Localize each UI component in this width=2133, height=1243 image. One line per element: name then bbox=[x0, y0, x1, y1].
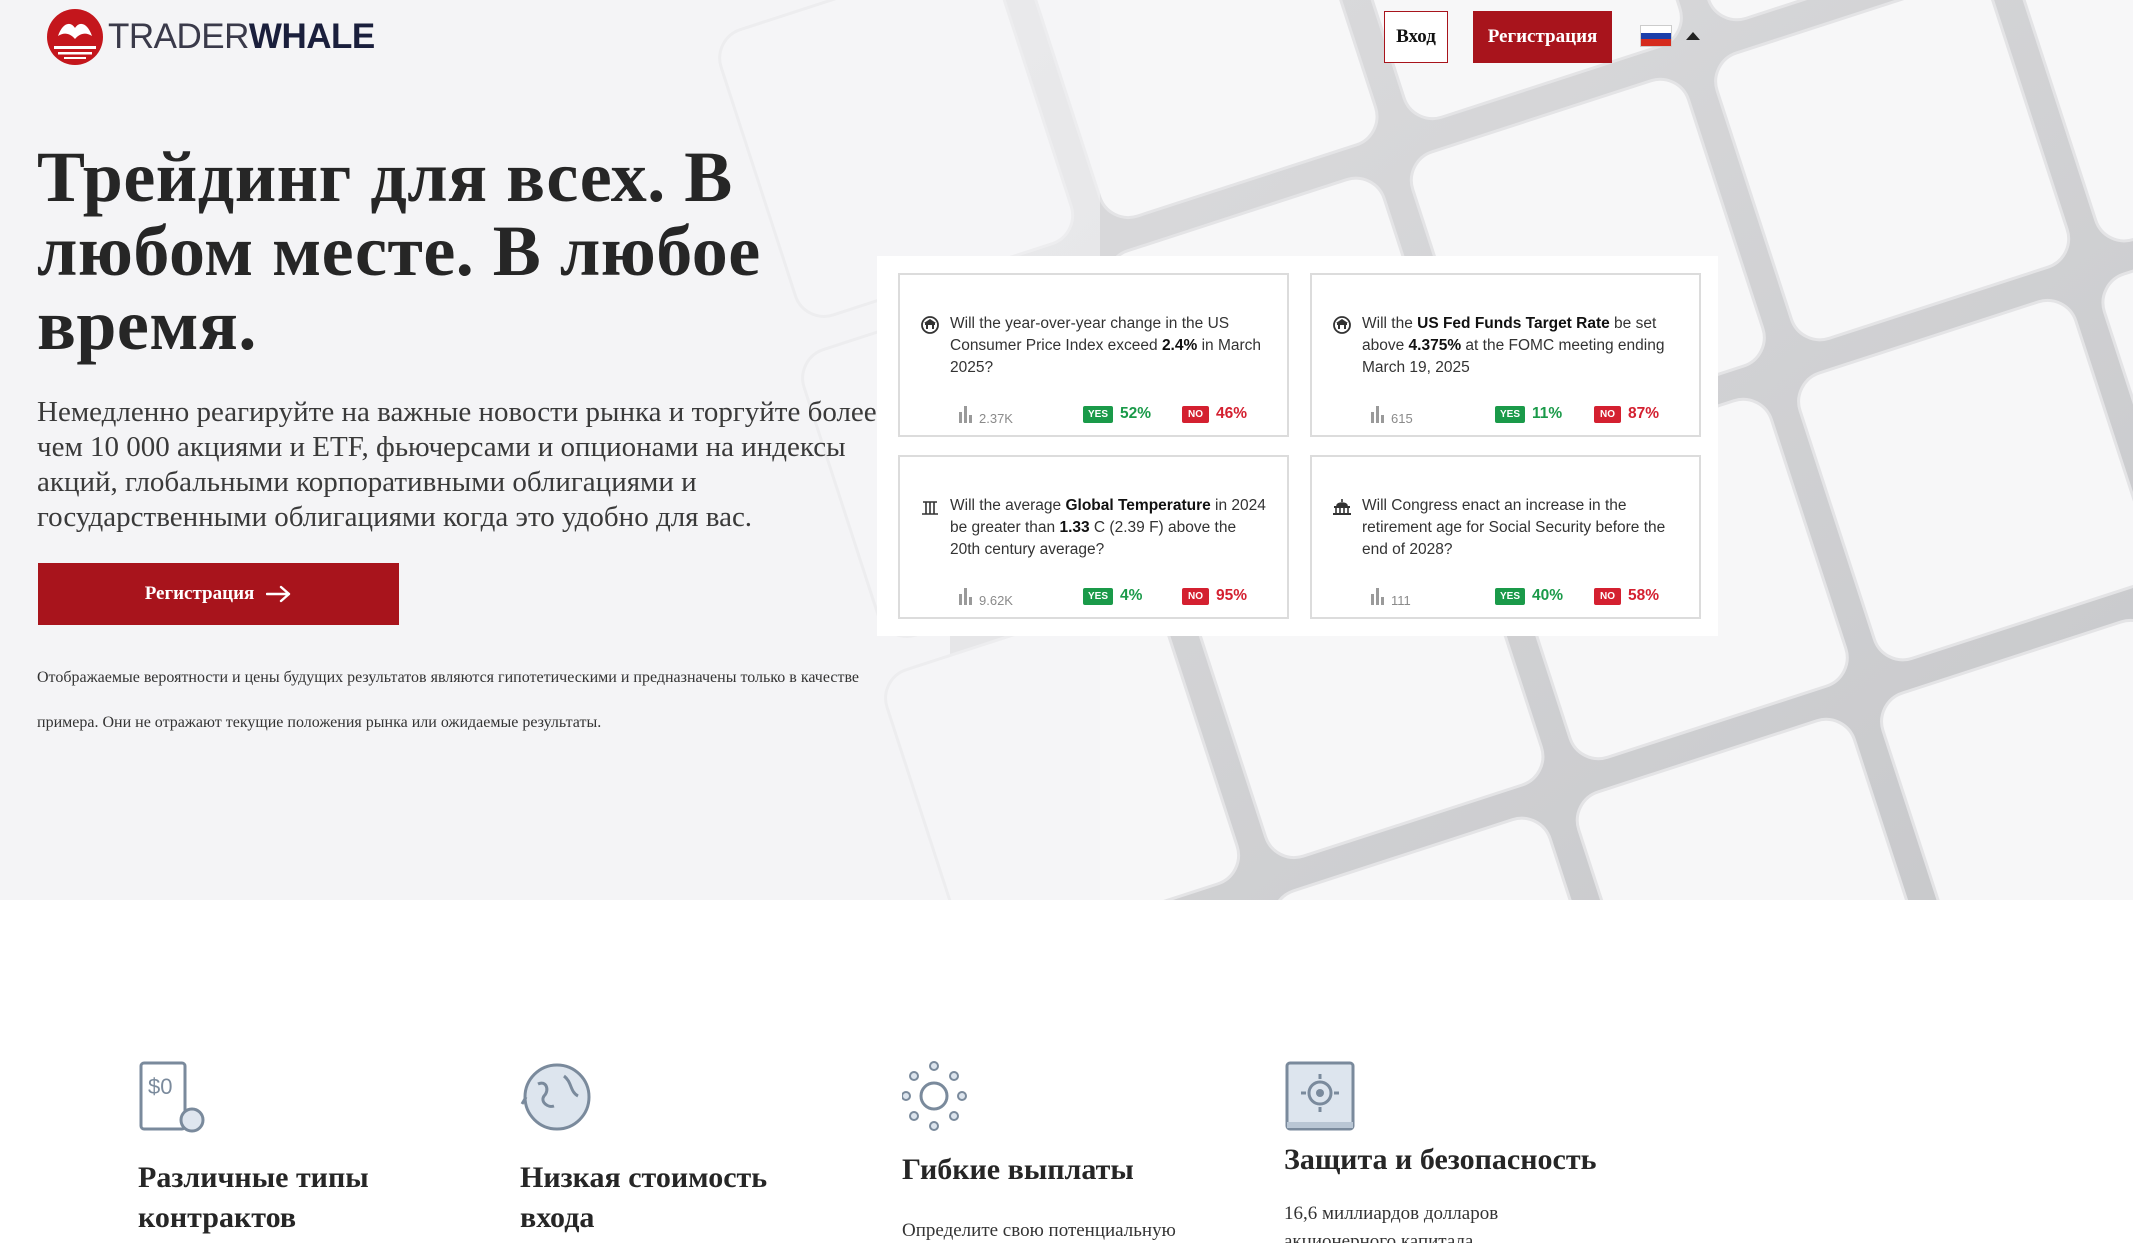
hero-register-button[interactable]: Регистрация bbox=[38, 563, 399, 625]
globe-icon bbox=[520, 1063, 591, 1131]
svg-text:$0: $0 bbox=[148, 1074, 172, 1099]
thermometer-icon bbox=[920, 497, 940, 517]
market-card[interactable]: Will the year-over-year change in the US… bbox=[898, 273, 1289, 437]
feature-description: 16,6 миллиардов долларов акционерного ка… bbox=[1284, 1203, 1499, 1243]
flag-ru-icon bbox=[1640, 25, 1672, 47]
no-probability: 95% bbox=[1216, 587, 1248, 604]
logo-text: TRADERWHALE bbox=[108, 17, 375, 56]
register-button[interactable]: Регистрация bbox=[1473, 11, 1612, 63]
no-probability: 46% bbox=[1216, 405, 1248, 422]
bank-icon bbox=[920, 315, 940, 335]
feature-description: Определите свою потенциальную bbox=[902, 1220, 1176, 1241]
market-volume: 615 bbox=[1370, 405, 1413, 426]
feature-title: Защита и безопасность bbox=[1284, 1143, 1597, 1176]
hero-disclaimer: Отображаемые вероятности и цены будущих … bbox=[37, 669, 860, 731]
no-button[interactable]: NO 87% bbox=[1594, 405, 1659, 423]
market-card[interactable]: Will the average Global Temperature in 2… bbox=[898, 455, 1289, 619]
hero-subtitle: Немедленно реагируйте на важные новости … bbox=[37, 396, 877, 533]
hero-section: TRADERWHALE Вход Регистрация Трейдинг дл… bbox=[0, 0, 2133, 900]
no-badge: NO bbox=[1594, 587, 1621, 605]
feature-title: Гибкие выплаты bbox=[902, 1153, 1134, 1186]
volume-value: 111 bbox=[1391, 593, 1411, 608]
bank-icon bbox=[1332, 315, 1352, 335]
prediction-markets-panel: Will the year-over-year change in the US… bbox=[877, 256, 1718, 636]
yes-button[interactable]: YES 52% bbox=[1083, 405, 1151, 423]
bar-chart-icon bbox=[1370, 587, 1386, 608]
market-question: Will the year-over-year change in the US… bbox=[950, 315, 1262, 376]
market-volume: 2.37K bbox=[958, 405, 1013, 426]
network-hub-icon bbox=[902, 1061, 967, 1131]
site-header: TRADERWHALE Вход Регистрация bbox=[0, 0, 2133, 80]
market-card[interactable]: Will Congress enact an increase in the r… bbox=[1310, 455, 1701, 619]
market-question: Will the average Global Temperature in 2… bbox=[950, 497, 1266, 558]
hero-title: Трейдинг для всех. В любом месте. В любо… bbox=[37, 137, 761, 365]
yes-button[interactable]: YES 40% bbox=[1495, 587, 1563, 605]
yes-button[interactable]: YES 11% bbox=[1495, 405, 1562, 423]
language-selector[interactable] bbox=[1640, 25, 1700, 47]
login-button[interactable]: Вход bbox=[1384, 11, 1448, 63]
market-volume: 111 bbox=[1370, 587, 1411, 608]
market-question: Will the US Fed Funds Target Rate be set… bbox=[1362, 315, 1665, 376]
yes-badge: YES bbox=[1083, 405, 1114, 423]
volume-value: 2.37K bbox=[979, 411, 1013, 426]
features-section: $0 Различные типы контрактов Низкая стои… bbox=[0, 900, 2133, 1243]
whale-logo-icon bbox=[47, 9, 103, 65]
no-badge: NO bbox=[1182, 587, 1209, 605]
no-probability: 87% bbox=[1628, 405, 1660, 422]
volume-value: 9.62K bbox=[979, 593, 1013, 608]
feature-title: Низкая стоимость входа bbox=[520, 1161, 768, 1234]
contract-document-icon: $0 bbox=[139, 1061, 205, 1133]
yes-badge: YES bbox=[1495, 405, 1526, 423]
yes-button[interactable]: YES 4% bbox=[1083, 587, 1142, 605]
bar-chart-icon bbox=[1370, 405, 1386, 426]
capitol-icon bbox=[1332, 497, 1352, 517]
yes-probability: 4% bbox=[1120, 587, 1143, 604]
bar-chart-icon bbox=[958, 587, 974, 608]
yes-badge: YES bbox=[1495, 587, 1526, 605]
no-badge: NO bbox=[1182, 405, 1209, 423]
market-volume: 9.62K bbox=[958, 587, 1013, 608]
safe-icon bbox=[1285, 1061, 1355, 1131]
no-button[interactable]: NO 46% bbox=[1182, 405, 1247, 423]
arrow-right-icon bbox=[266, 585, 291, 603]
bar-chart-icon bbox=[958, 405, 974, 426]
hero-register-label: Регистрация bbox=[144, 583, 255, 604]
volume-value: 615 bbox=[1391, 411, 1413, 426]
market-card[interactable]: Will the US Fed Funds Target Rate be set… bbox=[1310, 273, 1701, 437]
yes-probability: 11% bbox=[1532, 405, 1563, 422]
yes-probability: 52% bbox=[1120, 405, 1152, 422]
caret-up-icon bbox=[1686, 32, 1700, 40]
yes-badge: YES bbox=[1083, 587, 1114, 605]
no-button[interactable]: NO 95% bbox=[1182, 587, 1247, 605]
market-question: Will Congress enact an increase in the r… bbox=[1362, 497, 1666, 558]
no-badge: NO bbox=[1594, 405, 1621, 423]
no-button[interactable]: NO 58% bbox=[1594, 587, 1659, 605]
yes-probability: 40% bbox=[1532, 587, 1564, 604]
logo[interactable]: TRADERWHALE bbox=[44, 6, 375, 68]
no-probability: 58% bbox=[1628, 587, 1660, 604]
feature-title: Различные типы контрактов bbox=[138, 1161, 369, 1234]
